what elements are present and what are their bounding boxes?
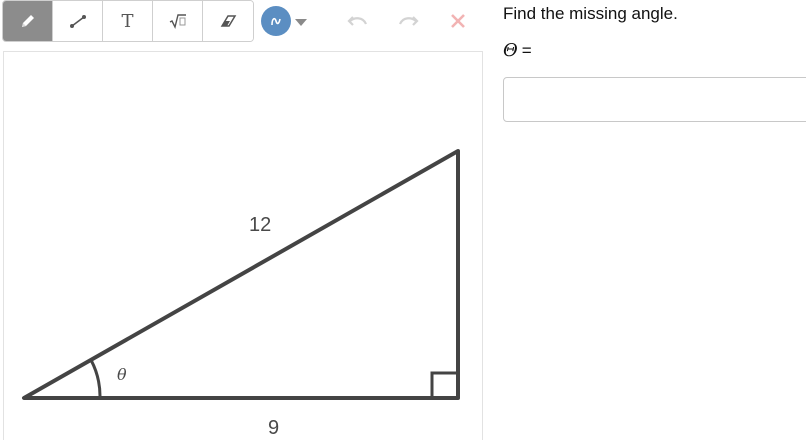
base-label: 9 [268,417,280,439]
answer-input[interactable] [503,77,806,122]
drawing-toolbar: T [2,0,254,42]
angle-arc [89,359,102,399]
theta-symbol: Θ [503,40,518,61]
drawing-canvas[interactable]: 12 9 θ [3,51,483,440]
pencil-tool-button[interactable] [3,1,53,41]
close-icon [451,14,465,28]
pencil-icon [21,15,34,27]
answer-label: Θ = [503,40,532,61]
clear-button[interactable] [444,8,472,34]
color-swatch-icon [261,6,291,36]
eraser-tool-button[interactable] [203,1,253,41]
math-tool-button[interactable] [153,1,203,41]
square-root-icon [169,14,186,30]
squiggle-icon [271,17,281,26]
redo-button[interactable] [394,8,422,34]
redo-icon [398,16,419,26]
chevron-down-icon [295,18,307,26]
eraser-icon [220,15,237,27]
undo-icon [347,16,368,26]
equals-sign: = [521,41,532,60]
question-prompt: Find the missing angle. [503,4,678,23]
right-triangle-figure [22,149,460,400]
triangle-outline [22,149,460,400]
line-segment-icon [69,15,86,28]
angle-theta-label: θ [117,365,127,384]
right-angle-marker [430,371,460,400]
drawing-question-screen: T 12 9 θ Find the missing angle. Θ = [0,0,806,440]
text-tool-button[interactable]: T [103,1,153,41]
text-icon: T [121,10,134,32]
undo-button[interactable] [344,8,372,34]
hypotenuse-label: 12 [249,214,272,236]
line-tool-button[interactable] [53,1,103,41]
color-picker[interactable] [261,6,309,36]
